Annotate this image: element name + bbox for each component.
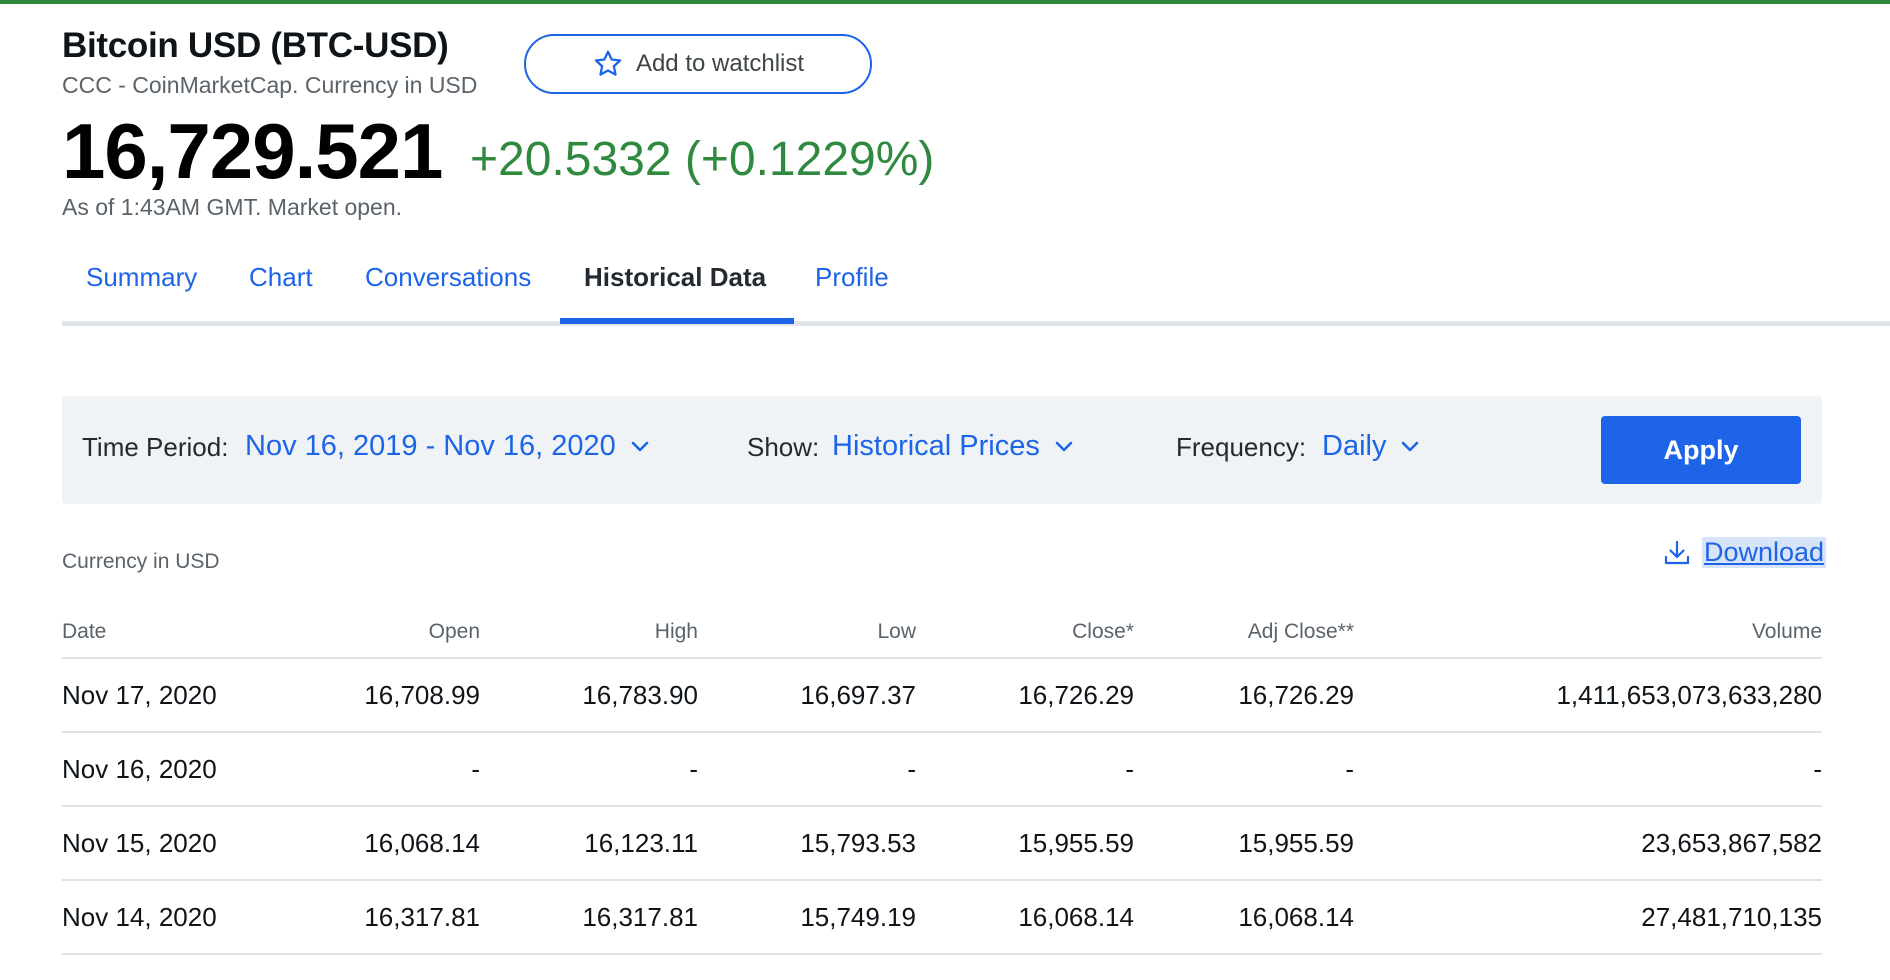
frequency-value: Daily <box>1322 430 1387 462</box>
chevron-down-icon <box>1402 441 1419 451</box>
table-header-row: Date Open High Low Close* Adj Close** Vo… <box>62 612 1822 659</box>
frequency-label: Frequency: <box>1176 432 1307 462</box>
page-title: Bitcoin USD (BTC-USD) <box>62 26 449 65</box>
cell-close: 15,955.59 <box>916 806 1134 881</box>
chevron-down-icon <box>631 441 649 451</box>
cell-low: - <box>698 732 916 807</box>
market-status: As of 1:43AM GMT. Market open. <box>62 194 403 220</box>
current-price: 16,729.521 <box>62 107 443 195</box>
price-change: +20.5332 (+0.1229%) <box>470 133 935 186</box>
currency-note: Currency in USD <box>62 550 220 573</box>
cell-volume: 23,653,867,582 <box>1354 806 1822 881</box>
filter-bar: Time Period: Nov 16, 2019 - Nov 16, 2020… <box>62 396 1822 504</box>
cell-open: 16,708.99 <box>282 658 480 733</box>
download-label: Download <box>1702 537 1827 568</box>
cell-high: 16,317.81 <box>480 880 698 955</box>
historical-data-table: Date Open High Low Close* Adj Close** Vo… <box>62 612 1822 955</box>
col-header-high: High <box>480 612 698 659</box>
exchange-info: CCC - CoinMarketCap. Currency in USD <box>62 72 478 98</box>
cell-low: 16,697.37 <box>698 658 916 733</box>
cell-high: - <box>480 732 698 807</box>
cell-close: - <box>916 732 1134 807</box>
col-header-date: Date <box>62 612 282 659</box>
cell-high: 16,123.11 <box>480 806 698 881</box>
cell-open: 16,068.14 <box>282 806 480 881</box>
show-dropdown[interactable]: Historical Prices <box>832 430 1074 463</box>
table-row: Nov 17, 2020 16,708.99 16,783.90 16,697.… <box>62 658 1822 733</box>
frequency-dropdown[interactable]: Daily <box>1322 430 1420 463</box>
table-row: Nov 15, 2020 16,068.14 16,123.11 15,793.… <box>62 806 1822 881</box>
cell-close: 16,726.29 <box>916 658 1134 733</box>
cell-volume: - <box>1354 732 1822 807</box>
cell-adj-close: 15,955.59 <box>1134 806 1354 881</box>
col-header-adj-close: Adj Close** <box>1134 612 1354 659</box>
col-header-close: Close* <box>916 612 1134 659</box>
apply-button[interactable]: Apply <box>1601 416 1801 484</box>
show-label: Show: <box>747 432 820 462</box>
tab-chart[interactable]: Chart <box>249 262 313 293</box>
cell-date: Nov 16, 2020 <box>62 732 282 807</box>
cell-adj-close: 16,726.29 <box>1134 658 1354 733</box>
cell-close: 16,068.14 <box>916 880 1134 955</box>
table-row: Nov 14, 2020 16,317.81 16,317.81 15,749.… <box>62 880 1822 955</box>
active-tab-indicator <box>560 318 794 324</box>
cell-date: Nov 14, 2020 <box>62 880 282 955</box>
download-icon <box>1664 540 1690 564</box>
tab-summary[interactable]: Summary <box>86 262 197 293</box>
cell-adj-close: 16,068.14 <box>1134 880 1354 955</box>
table-row: Nov 16, 2020 - - - - - - <box>62 732 1822 807</box>
download-link[interactable]: Download <box>1662 537 1827 568</box>
cell-high: 16,783.90 <box>480 658 698 733</box>
show-value: Historical Prices <box>832 430 1040 462</box>
col-header-low: Low <box>698 612 916 659</box>
cell-low: 15,749.19 <box>698 880 916 955</box>
cell-date: Nov 15, 2020 <box>62 806 282 881</box>
add-to-watchlist-button[interactable]: Add to watchlist <box>524 34 872 94</box>
top-accent-bar <box>0 0 1890 4</box>
time-period-dropdown[interactable]: Nov 16, 2019 - Nov 16, 2020 <box>245 430 650 463</box>
tab-conversations[interactable]: Conversations <box>365 262 531 293</box>
cell-adj-close: - <box>1134 732 1354 807</box>
chevron-down-icon <box>1055 441 1073 451</box>
cell-volume: 27,481,710,135 <box>1354 880 1822 955</box>
cell-open: 16,317.81 <box>282 880 480 955</box>
time-period-value: Nov 16, 2019 - Nov 16, 2020 <box>245 430 616 462</box>
tab-historical-data[interactable]: Historical Data <box>584 262 766 293</box>
time-period-label: Time Period: <box>82 432 229 462</box>
quote-tabs: Summary Chart Conversations Historical D… <box>62 256 1890 326</box>
cell-date: Nov 17, 2020 <box>62 658 282 733</box>
col-header-volume: Volume <box>1354 612 1822 659</box>
tab-profile[interactable]: Profile <box>815 262 889 293</box>
quote-header: Bitcoin USD (BTC-USD) CCC - CoinMarketCa… <box>62 26 1862 226</box>
cell-volume: 1,411,653,073,633,280 <box>1354 658 1822 733</box>
cell-low: 15,793.53 <box>698 806 916 881</box>
cell-open: - <box>282 732 480 807</box>
col-header-open: Open <box>282 612 480 659</box>
watchlist-label: Add to watchlist <box>635 50 805 77</box>
star-icon <box>594 50 622 76</box>
